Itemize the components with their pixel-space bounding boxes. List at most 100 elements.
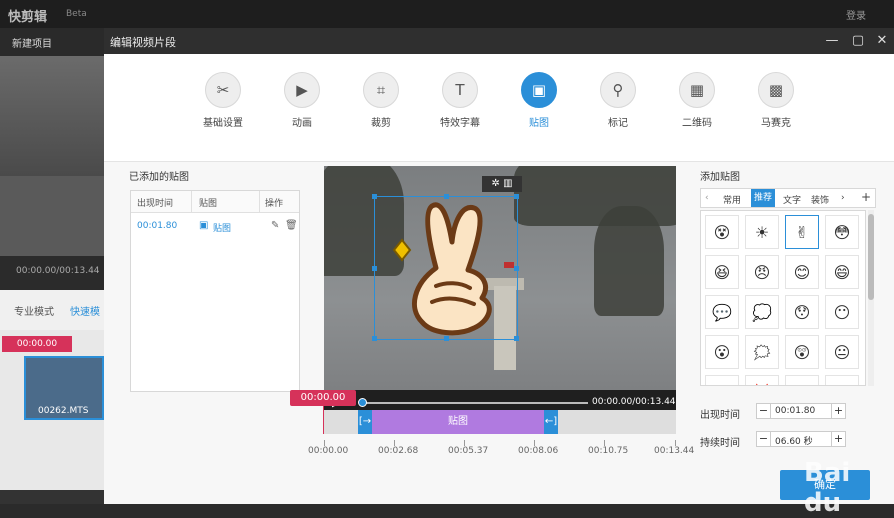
ruler-label: 00:05.37 [448,446,489,456]
sticker-item[interactable]: 😊 [785,255,819,289]
sticker-item[interactable]: 😄 [825,255,859,289]
tab-qrcode[interactable]: ▦ 二维码 [661,72,733,129]
minus-button[interactable]: − [757,404,771,418]
column-header: 操作 [265,199,284,209]
tab-label: 基础设置 [203,118,243,129]
login-link[interactable]: 登录 [846,7,866,22]
pin-icon: ⚲ [600,72,636,108]
sticker-item[interactable]: 😲 [785,335,819,369]
video-preview[interactable]: ✲ ▥ [324,166,676,390]
progress-track[interactable] [362,402,588,404]
tool-tabs: ✂ 基础设置 ▶ 动画 ⌗ 裁剪 T 特效字幕 ▣ 贴图 ⚲ 标记 ▦ 二维码 … [104,54,894,162]
row-sticker: 贴图 [213,224,232,234]
category-tab[interactable]: 装饰 [811,193,829,206]
close-button[interactable]: ✕ [874,33,890,49]
mode-pro-tab[interactable]: 专业模式 [14,303,54,318]
crop-icon: ⌗ [363,72,399,108]
dialog-titlebar: 编辑视频片段 — ▢ ✕ [104,28,894,54]
plus-button[interactable]: + [831,404,845,418]
app-bottom-bar [0,490,104,504]
tab-label: 动画 [292,118,312,129]
duration-stepper[interactable]: − 06.60 秒 + [756,431,846,447]
mode-fast-tab[interactable]: 快速模 [70,303,100,318]
added-stickers-title: 已添加的贴图 [129,172,189,183]
progress-knob[interactable] [358,398,367,407]
sticker-controls[interactable]: ✲ ▥ [482,176,522,192]
app-time-readout: 00:00.00/00:13.44 [16,266,100,276]
play-box-icon: ▶ [284,72,320,108]
column-header: 贴图 [199,199,218,209]
ruler-label: 00:02.68 [378,446,419,456]
sticker-scroll-thumb[interactable] [868,214,874,300]
sticker-item[interactable]: 🗯 [745,335,779,369]
app-preview [0,56,104,256]
minimize-button[interactable]: — [824,33,840,49]
category-tab[interactable]: 文字 [783,193,801,206]
duration-value[interactable]: 06.60 秒 [775,434,813,447]
tab-mosaic[interactable]: ▩ 马赛克 [740,72,812,129]
beta-label: Beta [66,9,87,19]
tab-mark[interactable]: ⚲ 标记 [582,72,654,129]
trash-icon[interactable]: ▥ [503,178,512,189]
tab-label: 马赛克 [761,118,791,129]
chevron-right-icon[interactable]: › [841,193,845,203]
sticker-item[interactable]: 😀 [705,375,739,385]
table-row[interactable]: 00:01.80 ▣ 贴图 ✎ 🗑 [131,213,299,239]
category-tab[interactable]: 常用 [723,193,741,206]
playhead-marker[interactable]: 00:00.00 [290,390,356,406]
app-toolbar: 新建项目 [0,28,104,56]
magic-wand-icon[interactable]: ✲ [491,178,499,189]
tab-animation[interactable]: ▶ 动画 [266,72,338,129]
tab-sticker[interactable]: ▣ 贴图 [503,72,575,129]
app-logo: 快剪辑 [8,10,48,25]
tab-basic-settings[interactable]: ✂ 基础设置 [187,72,259,129]
minus-button[interactable]: − [757,432,771,446]
category-tab-active[interactable]: 推荐 [751,189,776,207]
sticker-item[interactable]: 💬 [705,295,739,329]
tab-label: 裁剪 [371,118,391,129]
trash-icon[interactable]: 🗑 [285,220,298,231]
tab-label: 贴图 [529,118,549,129]
clip-end-handle[interactable]: ←] [544,410,558,434]
sticker-item[interactable]: 😣 [785,375,819,385]
appear-time-stepper[interactable]: − 00:01.80 + [756,403,846,419]
text-icon: T [442,72,478,108]
playhead-line [323,406,324,434]
sticker-clip[interactable]: 贴图 [358,410,558,434]
sticker-item[interactable]: 💭 [745,295,779,329]
chevron-left-icon[interactable]: ‹ [705,193,709,203]
dialog-title: 编辑视频片段 [110,36,176,49]
sticker-item[interactable]: 😯 [785,295,819,329]
appear-time-value[interactable]: 00:01.80 [775,406,815,416]
tab-crop[interactable]: ⌗ 裁剪 [345,72,417,129]
sticker-item[interactable]: ☀ [745,215,779,249]
clip-start-handle[interactable]: [→ [358,410,372,434]
plus-button[interactable]: + [831,432,845,446]
ruler-label: 00:13.44 [654,446,695,456]
image-icon: ▣ [199,220,209,231]
sticker-item-selected[interactable]: ✌ [785,215,819,249]
peace-hand-sticker [392,202,492,336]
baidu-watermark: Bai du [804,458,851,518]
sticker-item[interactable]: 💢 [745,375,779,385]
scissors-icon: ✂ [205,72,241,108]
sticker-item[interactable]: 😮 [705,335,739,369]
plus-icon[interactable]: + [861,190,871,204]
tab-effect-subtitle[interactable]: T 特效字幕 [424,72,496,129]
maximize-button[interactable]: ▢ [850,33,866,49]
app-clip-name: 00262.MTS [38,406,89,416]
sticker-item[interactable]: 😳 [825,215,859,249]
app-playhead-marker[interactable]: 00:00.00 [2,336,72,352]
sticker-item[interactable]: 😵 [705,215,739,249]
sticker-item[interactable]: 😠 [745,255,779,289]
sticker-item[interactable]: 😶 [825,295,859,329]
tab-label: 特效字幕 [440,118,480,129]
tab-label: 二维码 [682,118,712,129]
sticker-item[interactable]: 😐 [825,335,859,369]
image-icon: ▣ [521,72,557,108]
sticker-item[interactable]: 😆 [705,255,739,289]
new-project-button[interactable]: 新建项目 [12,35,52,50]
edit-icon[interactable]: ✎ [271,220,279,231]
sticker-item[interactable]: 😑 [825,375,859,385]
tab-label: 标记 [608,118,628,129]
